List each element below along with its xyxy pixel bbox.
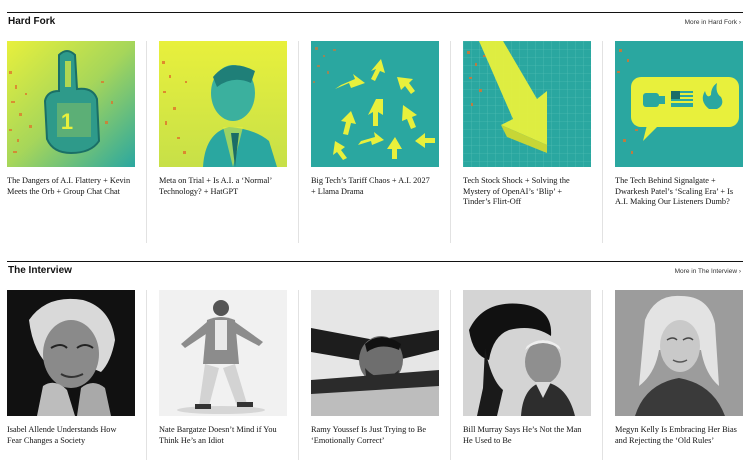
article-card[interactable]: Big Tech’s Tariff Chaos + A.I. 2027 + Ll…	[311, 41, 439, 197]
article-thumbnail[interactable]	[311, 290, 439, 416]
article-card[interactable]: Megyn Kelly Is Embracing Her Bias and Re…	[615, 290, 743, 446]
article-headline[interactable]: Big Tech’s Tariff Chaos + A.I. 2027 + Ll…	[311, 176, 435, 197]
hard-fork-section: Hard Fork More in Hard Fork › 1 The Dang…	[0, 12, 750, 252]
svg-text:1: 1	[61, 109, 73, 134]
article-headline[interactable]: Isabel Allende Understands How Fear Chan…	[7, 425, 131, 446]
portrait-photo	[7, 290, 135, 416]
falling-arrow-illustration	[463, 41, 591, 167]
article-card[interactable]: The Tech Behind Signalgate + Dwarkesh Pa…	[615, 41, 743, 208]
article-headline[interactable]: Megyn Kelly Is Embracing Her Bias and Re…	[615, 425, 739, 446]
article-card[interactable]: Nate Bargatze Doesn’t Mind if You Think …	[159, 290, 287, 446]
article-card[interactable]: Tech Stock Shock + Solving the Mystery o…	[463, 41, 591, 208]
card-divider	[450, 41, 451, 243]
article-headline[interactable]: Tech Stock Shock + Solving the Mystery o…	[463, 176, 587, 208]
article-headline[interactable]: Nate Bargatze Doesn’t Mind if You Think …	[159, 425, 283, 446]
foam-finger-illustration: 1	[7, 41, 135, 167]
article-thumbnail[interactable]	[463, 290, 591, 416]
portrait-photo	[159, 290, 287, 416]
portrait-photo	[463, 290, 591, 416]
card-divider	[298, 290, 299, 460]
card-divider	[146, 41, 147, 243]
flag-icon	[671, 91, 693, 107]
article-thumbnail[interactable]	[463, 41, 591, 167]
article-thumbnail[interactable]	[159, 290, 287, 416]
article-thumbnail[interactable]	[615, 41, 743, 167]
section-title[interactable]: Hard Fork	[8, 16, 55, 27]
chat-bubble-illustration	[615, 41, 743, 167]
card-divider	[602, 41, 603, 243]
section-rule	[7, 12, 743, 13]
article-card[interactable]: Meta on Trial + Is A.I. a ‘Normal’ Techn…	[159, 41, 287, 197]
article-thumbnail[interactable]: 1	[7, 41, 135, 167]
portrait-illustration	[159, 41, 287, 167]
article-thumbnail[interactable]	[7, 290, 135, 416]
article-headline[interactable]: The Dangers of A.I. Flattery + Kevin Mee…	[7, 176, 131, 197]
section-rule	[7, 261, 743, 262]
portrait-photo	[615, 290, 743, 416]
section-title[interactable]: The Interview	[8, 265, 72, 276]
card-divider	[298, 41, 299, 243]
article-headline[interactable]: Meta on Trial + Is A.I. a ‘Normal’ Techn…	[159, 176, 283, 197]
article-headline[interactable]: The Tech Behind Signalgate + Dwarkesh Pa…	[615, 176, 739, 208]
article-thumbnail[interactable]	[159, 41, 287, 167]
portrait-photo	[311, 290, 439, 416]
article-headline[interactable]: Ramy Youssef Is Just Trying to Be ‘Emoti…	[311, 425, 435, 446]
article-card[interactable]: Bill Murray Says He’s Not the Man He Use…	[463, 290, 591, 446]
card-divider	[450, 290, 451, 460]
the-interview-section: The Interview More in The Interview › Is…	[0, 261, 750, 460]
article-thumbnail[interactable]	[311, 41, 439, 167]
article-headline[interactable]: Bill Murray Says He’s Not the Man He Use…	[463, 425, 587, 446]
article-card[interactable]: 1 The Dangers of A.I. Flattery + Kevin M…	[7, 41, 135, 197]
card-divider	[602, 290, 603, 460]
more-in-section-link[interactable]: More in Hard Fork ›	[685, 19, 741, 26]
more-in-section-link[interactable]: More in The Interview ›	[675, 268, 741, 275]
article-card[interactable]: Ramy Youssef Is Just Trying to Be ‘Emoti…	[311, 290, 439, 446]
article-card[interactable]: Isabel Allende Understands How Fear Chan…	[7, 290, 135, 446]
card-divider	[146, 290, 147, 460]
article-thumbnail[interactable]	[615, 290, 743, 416]
scattered-arrows-illustration	[311, 41, 439, 167]
